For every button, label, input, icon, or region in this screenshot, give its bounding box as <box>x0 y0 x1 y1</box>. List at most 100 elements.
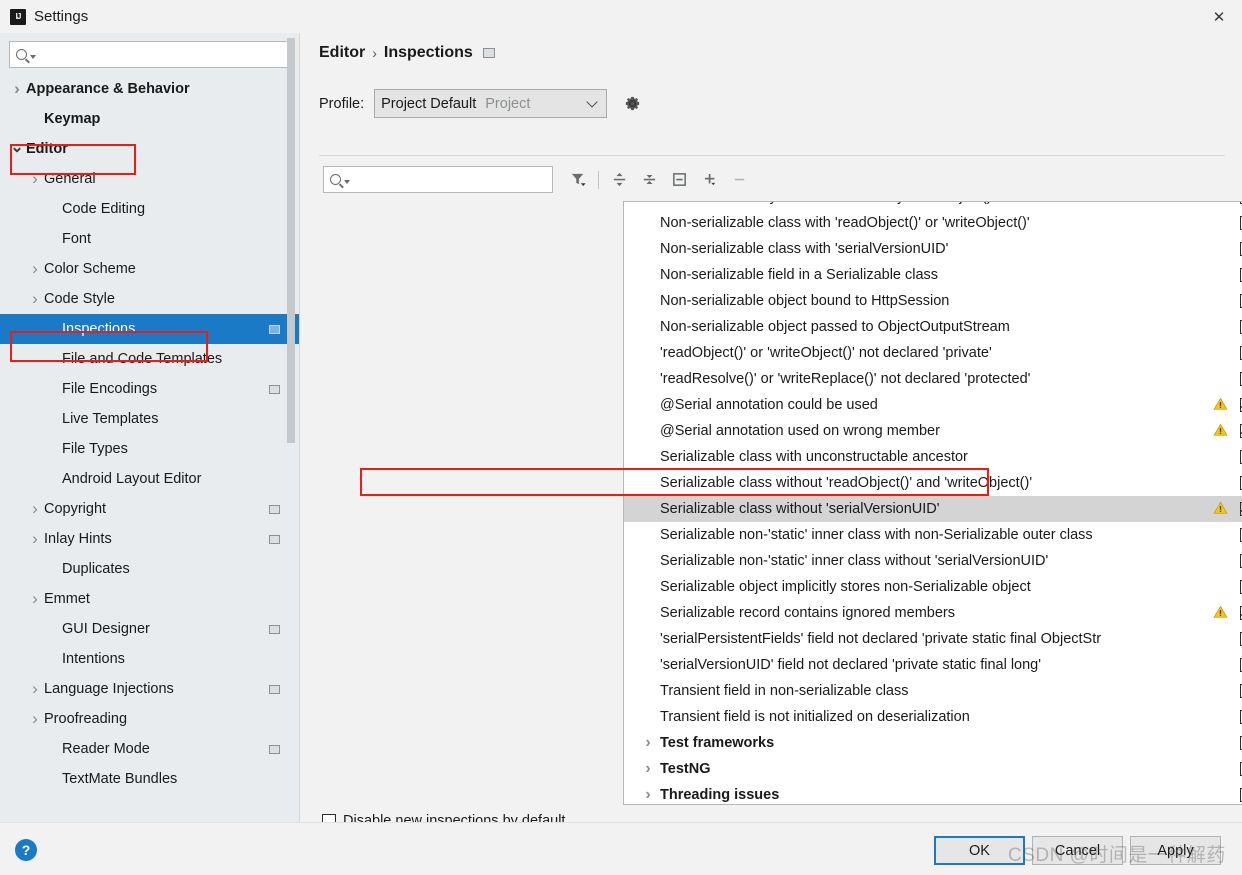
inspection-label: 'serialVersionUID' field not declared 'p… <box>660 657 1042 673</box>
sidebar-item-label: File Types <box>62 441 128 457</box>
sidebar-item-appearance-behavior[interactable]: › Appearance & Behavior <box>0 74 299 104</box>
sidebar-item-general[interactable]: › General <box>0 164 299 194</box>
inspection-toolbar <box>563 166 754 193</box>
filter-icon[interactable] <box>563 166 593 193</box>
inspection-row[interactable]: Serializable object implicitly stores no… <box>624 574 1242 600</box>
sidebar-item-file-encodings[interactable]: File Encodings <box>0 374 299 404</box>
inspection-label: Non-serializable object bound to HttpSes… <box>660 293 950 309</box>
chevron-right-icon[interactable]: › <box>28 169 42 189</box>
sidebar-item-label: Inlay Hints <box>44 531 112 547</box>
sidebar-item-emmet[interactable]: › Emmet <box>0 584 299 614</box>
chevron-right-icon[interactable]: › <box>28 679 42 699</box>
sidebar-item-copyright[interactable]: › Copyright <box>0 494 299 524</box>
inspection-row[interactable]: 'readObject()' or 'writeObject()' not de… <box>624 340 1242 366</box>
sidebar-item-gui-designer[interactable]: GUI Designer <box>0 614 299 644</box>
sidebar-item-file-and-code-templates[interactable]: File and Code Templates <box>0 344 299 374</box>
inspection-group-row[interactable]: › TestNG <box>624 756 1242 782</box>
inspection-row[interactable]: Serializable class without 'readObject()… <box>624 470 1242 496</box>
chevron-right-icon[interactable]: › <box>28 289 42 309</box>
gear-icon[interactable] <box>623 94 642 113</box>
inspection-label: Serializable class without 'serialVersio… <box>660 501 940 517</box>
sidebar-item-editor[interactable]: ⌄ Editor <box>0 134 299 164</box>
inspection-row[interactable]: Instance field may not be initialized by… <box>624 202 1242 210</box>
inspection-row[interactable]: Non-serializable object bound to HttpSes… <box>624 288 1242 314</box>
ok-button[interactable]: OK <box>934 836 1025 865</box>
chevron-right-icon[interactable]: › <box>28 259 42 279</box>
sidebar-item-reader-mode[interactable]: Reader Mode <box>0 734 299 764</box>
sidebar-item-label: Copyright <box>44 501 107 517</box>
sidebar-item-color-scheme[interactable]: › Color Scheme <box>0 254 299 284</box>
sidebar-item-intentions[interactable]: Intentions <box>0 644 299 674</box>
sidebar-scrollbar[interactable] <box>287 38 295 443</box>
chevron-right-icon[interactable]: › <box>28 499 42 519</box>
reset-icon[interactable] <box>664 166 694 193</box>
settings-dialog: IJ Settings ✕ › Appearance & Behavior Keym… <box>0 0 1242 875</box>
inspection-row[interactable]: Non-serializable class with 'readObject(… <box>624 210 1242 236</box>
inspection-label: @Serial annotation could be used <box>660 397 878 413</box>
config-mark-icon <box>482 48 495 58</box>
sidebar-item-android-layout-editor[interactable]: Android Layout Editor <box>0 464 299 494</box>
inspection-list[interactable]: Instance field may not be initialized by… <box>623 201 1242 805</box>
chevron-right-icon[interactable]: › <box>28 529 42 549</box>
sidebar-item-label: Appearance & Behavior <box>26 81 190 97</box>
sidebar-item-live-templates[interactable]: Live Templates <box>0 404 299 434</box>
chevron-right-icon[interactable]: › <box>640 734 656 752</box>
collapse-all-icon[interactable] <box>634 166 664 193</box>
remove-icon[interactable] <box>724 166 754 193</box>
add-icon[interactable] <box>694 166 724 193</box>
close-icon[interactable]: ✕ <box>1196 0 1242 33</box>
expand-all-icon[interactable] <box>604 166 634 193</box>
apply-button[interactable]: Apply <box>1130 836 1221 865</box>
sidebar-item-code-editing[interactable]: Code Editing <box>0 194 299 224</box>
inspection-row[interactable]: @Serial annotation used on wrong member <box>624 418 1242 444</box>
warning-triangle-icon <box>1213 605 1228 619</box>
inspection-row[interactable]: Serializable class with unconstructable … <box>624 444 1242 470</box>
sidebar-item-code-style[interactable]: › Code Style <box>0 284 299 314</box>
chevron-down-icon[interactable]: ⌄ <box>10 137 24 157</box>
profile-dropdown[interactable]: Project Default Project <box>374 89 608 118</box>
inspection-row[interactable]: Non-serializable field in a Serializable… <box>624 262 1242 288</box>
inspection-row[interactable]: @Serial annotation could be used <box>624 392 1242 418</box>
sidebar-item-proofreading[interactable]: › Proofreading <box>0 704 299 734</box>
inspection-label: Transient field is not initialized on de… <box>660 709 970 725</box>
inspection-label: Non-serializable object passed to Object… <box>660 319 1010 335</box>
inspection-row[interactable]: 'serialPersistentFields' field not decla… <box>624 626 1242 652</box>
chevron-right-icon[interactable]: › <box>640 786 656 804</box>
inspection-row[interactable]: 'serialVersionUID' field not declared 'p… <box>624 652 1242 678</box>
inspection-row[interactable]: Serializable non-'static' inner class wi… <box>624 522 1242 548</box>
chevron-right-icon[interactable]: › <box>640 760 656 778</box>
sidebar-item-language-injections[interactable]: › Language Injections <box>0 674 299 704</box>
chevron-right-icon[interactable]: › <box>28 589 42 609</box>
sidebar-item-keymap[interactable]: Keymap <box>0 104 299 134</box>
sidebar-search-input[interactable] <box>9 41 290 68</box>
help-icon[interactable]: ? <box>15 839 37 861</box>
sidebar-item-duplicates[interactable]: Duplicates <box>0 554 299 584</box>
sidebar-item-font[interactable]: Font <box>0 224 299 254</box>
inspection-row[interactable]: Transient field is not initialized on de… <box>624 704 1242 730</box>
chevron-right-icon[interactable]: › <box>28 709 42 729</box>
chevron-right-icon[interactable]: › <box>10 79 24 99</box>
sidebar-item-label: Emmet <box>44 591 90 607</box>
inspection-search-input[interactable] <box>323 166 553 193</box>
inspection-group-row[interactable]: › Test frameworks <box>624 730 1242 756</box>
sidebar-item-inspections[interactable]: Inspections <box>0 314 299 344</box>
inspection-row[interactable]: Serializable record contains ignored mem… <box>624 600 1242 626</box>
cancel-button[interactable]: Cancel <box>1032 836 1123 865</box>
inspection-label: Transient field in non-serializable clas… <box>660 683 909 699</box>
warning-triangle-icon <box>1213 423 1228 437</box>
sidebar-item-textmate-bundles[interactable]: TextMate Bundles <box>0 764 299 794</box>
sidebar-item-label: General <box>44 171 96 187</box>
inspection-group-row[interactable]: › Threading issues <box>624 782 1242 804</box>
breadcrumb-parent[interactable]: Editor <box>319 44 365 62</box>
sidebar-item-label: GUI Designer <box>62 621 150 637</box>
inspection-row[interactable]: Non-serializable class with 'serialVersi… <box>624 236 1242 262</box>
sidebar-item-label: Code Style <box>44 291 115 307</box>
inspection-row[interactable]: Serializable non-'static' inner class wi… <box>624 548 1242 574</box>
inspection-row[interactable]: Transient field in non-serializable clas… <box>624 678 1242 704</box>
inspection-row[interactable]: Non-serializable object passed to Object… <box>624 314 1242 340</box>
sidebar-item-file-types[interactable]: File Types <box>0 434 299 464</box>
sidebar-item-label: Reader Mode <box>62 741 150 757</box>
sidebar-item-inlay-hints[interactable]: › Inlay Hints <box>0 524 299 554</box>
inspection-row[interactable]: Serializable class without 'serialVersio… <box>624 496 1242 522</box>
inspection-row[interactable]: 'readResolve()' or 'writeReplace()' not … <box>624 366 1242 392</box>
